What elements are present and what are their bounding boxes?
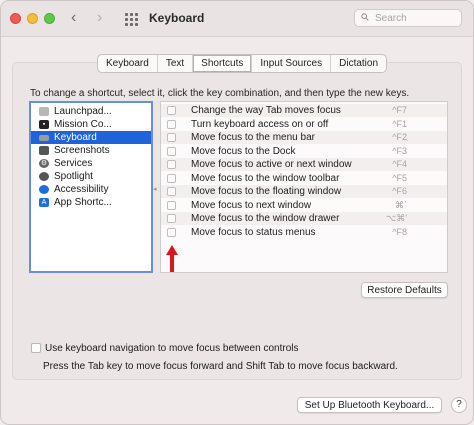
shortcut-key[interactable]: ⌘`: [395, 199, 407, 212]
shortcut-category-list: Launchpad... ▪ Mission Co... Keyboard Sc…: [29, 101, 153, 273]
show-all-grid-icon[interactable]: [125, 13, 138, 26]
shortcut-row[interactable]: Move focus to the Dock ^F3: [161, 145, 447, 158]
category-item-mission-control[interactable]: ▪ Mission Co...: [31, 118, 151, 131]
shortcut-key[interactable]: ^F1: [392, 118, 407, 131]
shortcut-key[interactable]: ⌥⌘': [386, 212, 407, 225]
shortcut-row[interactable]: Move focus to the menu bar ^F2: [161, 131, 447, 144]
shortcut-label: Move focus to the Dock: [191, 146, 296, 157]
shortcut-label: Move focus to active or next window: [191, 159, 352, 170]
back-icon[interactable]: ‹: [71, 9, 76, 27]
shortcut-checkbox[interactable]: [167, 147, 176, 156]
title-bar: ‹ › Keyboard Search: [1, 1, 473, 37]
category-item-services[interactable]: ⚙ Services: [31, 157, 151, 170]
shortcut-checkbox[interactable]: [167, 174, 176, 183]
category-label: Mission Co...: [54, 119, 112, 130]
red-arrow-icon: [166, 245, 178, 272]
shortcut-label: Turn keyboard access on or off: [191, 119, 329, 130]
zoom-button[interactable]: [44, 13, 55, 24]
shortcut-checkbox[interactable]: [167, 228, 176, 237]
shortcut-checkbox[interactable]: [167, 214, 176, 223]
shortcut-label: Move focus to the window drawer: [191, 213, 340, 224]
shortcut-key[interactable]: ^F6: [392, 185, 407, 198]
shortcut-checkbox[interactable]: [167, 120, 176, 129]
category-label: Spotlight: [54, 171, 93, 182]
forward-icon[interactable]: ›: [97, 9, 102, 27]
window-title: Keyboard: [149, 11, 205, 25]
category-item-accessibility[interactable]: Accessibility: [31, 183, 151, 196]
search-input[interactable]: Search: [354, 9, 462, 27]
shortcut-row[interactable]: Move focus to the floating window ^F6: [161, 185, 447, 198]
shortcut-label: Move focus to status menus: [191, 227, 316, 238]
shortcut-row[interactable]: Move focus to the window drawer ⌥⌘': [161, 212, 447, 225]
search-placeholder: Search: [375, 13, 407, 24]
preference-tabs: Keyboard Text Shortcuts Input Sources Di…: [97, 54, 388, 73]
keyboard-navigation-checkbox[interactable]: [31, 343, 41, 353]
category-item-screenshots[interactable]: Screenshots: [31, 144, 151, 157]
shortcut-row[interactable]: Move focus to status menus ^F8: [161, 226, 447, 239]
tab-keyboard[interactable]: Keyboard: [98, 55, 157, 72]
app-shortcuts-icon: A: [39, 198, 49, 207]
launchpad-icon: [39, 107, 49, 116]
close-button[interactable]: [10, 13, 21, 24]
tab-input-sources[interactable]: Input Sources: [251, 55, 330, 72]
bluetooth-keyboard-button[interactable]: Set Up Bluetooth Keyboard...: [297, 397, 442, 413]
shortcut-checkbox[interactable]: [167, 160, 176, 169]
shortcut-checkbox[interactable]: [167, 133, 176, 142]
split-view-handle[interactable]: ◂: [153, 185, 157, 193]
category-item-keyboard[interactable]: Keyboard: [31, 131, 151, 144]
shortcut-row[interactable]: Turn keyboard access on or off ^F1: [161, 118, 447, 131]
shortcut-key[interactable]: ^F3: [392, 145, 407, 158]
shortcut-key[interactable]: ^F5: [392, 172, 407, 185]
shortcut-key[interactable]: ^F7: [392, 104, 407, 117]
screenshots-icon: [39, 146, 49, 155]
category-item-app-shortcuts[interactable]: A App Shortc...: [31, 196, 151, 209]
shortcut-row[interactable]: Move focus to next window ⌘`: [161, 199, 447, 212]
help-button[interactable]: ?: [451, 397, 467, 413]
shortcut-checkbox[interactable]: [167, 106, 176, 115]
shortcut-label: Move focus to the window toolbar: [191, 173, 340, 184]
keyboard-preferences-window: ‹ › Keyboard Search Keyboard Text Shortc…: [0, 0, 474, 425]
category-label: App Shortc...: [54, 197, 112, 208]
category-label: Accessibility: [54, 184, 109, 195]
shortcut-row[interactable]: Move focus to active or next window ^F4: [161, 158, 447, 171]
shortcut-label: Change the way Tab moves focus: [191, 105, 341, 116]
minimize-button[interactable]: [27, 13, 38, 24]
tab-text[interactable]: Text: [156, 55, 192, 72]
keyboard-navigation-label: Use keyboard navigation to move focus be…: [45, 343, 299, 354]
category-label: Screenshots: [54, 145, 110, 156]
instructions-text: To change a shortcut, select it, click t…: [30, 88, 410, 99]
search-icon: [361, 13, 369, 21]
shortcut-checkbox[interactable]: [167, 201, 176, 210]
shortcut-checkbox[interactable]: [167, 187, 176, 196]
category-item-spotlight[interactable]: Spotlight: [31, 170, 151, 183]
category-item-launchpad[interactable]: Launchpad...: [31, 105, 151, 118]
shortcut-key[interactable]: ^F8: [392, 226, 407, 239]
category-label: Services: [54, 158, 93, 169]
shortcut-label: Move focus to the floating window: [191, 186, 342, 197]
shortcut-label: Move focus to the menu bar: [191, 132, 315, 143]
category-label: Keyboard: [54, 132, 97, 143]
keyboard-icon: [39, 135, 49, 141]
shortcut-label: Move focus to next window: [191, 200, 312, 211]
mission-control-icon: ▪: [39, 120, 49, 129]
shortcut-row[interactable]: Move focus to the window toolbar ^F5: [161, 172, 447, 185]
accessibility-icon: [39, 185, 49, 194]
category-label: Launchpad...: [54, 106, 112, 117]
shortcut-key[interactable]: ^F4: [392, 158, 407, 171]
shortcut-list: Change the way Tab moves focus ^F7 Turn …: [160, 101, 448, 273]
tab-shortcuts[interactable]: Shortcuts: [192, 55, 252, 72]
restore-defaults-button[interactable]: Restore Defaults: [361, 282, 448, 298]
keyboard-navigation-help-text: Press the Tab key to move focus forward …: [43, 361, 398, 372]
spotlight-icon: [39, 172, 49, 181]
shortcut-key[interactable]: ^F2: [392, 131, 407, 144]
tab-dictation[interactable]: Dictation: [330, 55, 386, 72]
gear-icon: ⚙: [39, 159, 49, 168]
shortcut-row[interactable]: Change the way Tab moves focus ^F7: [161, 104, 447, 117]
